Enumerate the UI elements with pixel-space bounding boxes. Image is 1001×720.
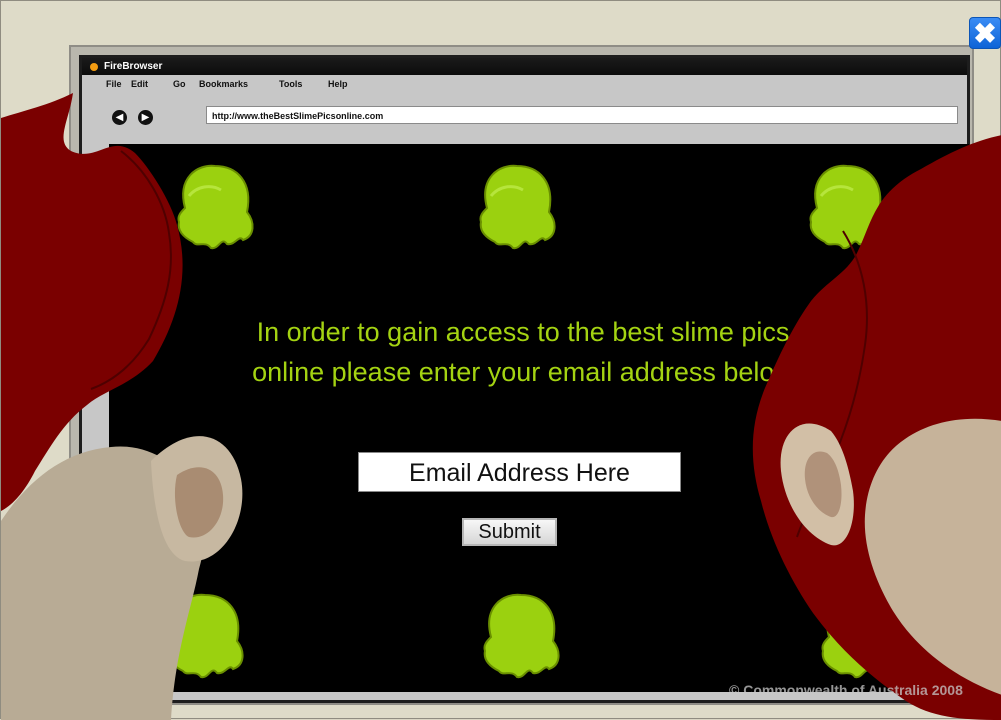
access-prompt-text: In order to gain access to the best slim…	[252, 317, 794, 387]
menu-help[interactable]: Help	[328, 75, 348, 93]
close-button[interactable]: ✖	[969, 17, 1001, 49]
email-placeholder: Email Address Here	[409, 459, 630, 487]
menu-go[interactable]: Go	[173, 75, 186, 93]
menu-edit[interactable]: Edit	[131, 75, 148, 93]
back-arrow-icon: ◀	[115, 112, 124, 123]
menu-bar: File Edit Go Bookmarks Tools Help	[82, 75, 967, 93]
submit-button[interactable]: Submit	[462, 518, 557, 546]
slime-icon	[809, 164, 886, 250]
app-frame: FireBrowser File Edit Go Bookmarks Tools…	[0, 0, 1001, 720]
menu-tools[interactable]: Tools	[279, 75, 302, 93]
forward-button[interactable]: ▶	[138, 110, 153, 125]
forward-arrow-icon: ▶	[141, 112, 150, 123]
slime-icon	[479, 164, 556, 250]
browser-window: FireBrowser File Edit Go Bookmarks Tools…	[79, 55, 970, 703]
back-button[interactable]: ◀	[112, 110, 127, 125]
copyright-text: © Commonwealth of Australia 2008	[729, 682, 963, 698]
email-field[interactable]: Email Address Here	[358, 452, 681, 492]
browser-logo-icon	[90, 63, 98, 71]
url-text: http://www.theBestSlimePicsonline.com	[212, 111, 384, 121]
submit-label: Submit	[478, 521, 541, 543]
slime-icon	[177, 164, 254, 250]
close-icon: ✖	[973, 18, 997, 49]
webpage-content: In order to gain access to the best slim…	[109, 144, 969, 692]
slime-icon	[167, 593, 244, 679]
menu-file[interactable]: File	[106, 75, 122, 93]
slime-icon	[821, 593, 898, 679]
slime-icon	[483, 593, 560, 679]
browser-title-bar: FireBrowser	[82, 58, 967, 75]
address-bar[interactable]: http://www.theBestSlimePicsonline.com	[206, 106, 958, 124]
browser-title: FireBrowser	[104, 61, 163, 72]
menu-bookmarks[interactable]: Bookmarks	[199, 75, 248, 93]
